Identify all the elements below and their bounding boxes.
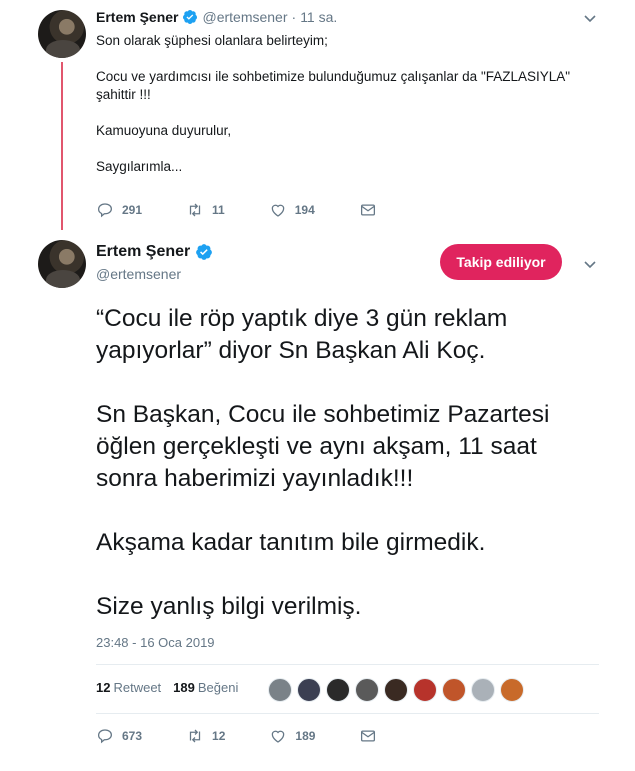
like-button[interactable]: 189 (269, 727, 315, 745)
reply-icon (97, 203, 113, 218)
reply-icon (97, 729, 113, 744)
tweet-line: “Cocu ile röp yaptık diye 3 gün reklam (96, 305, 508, 332)
retweet-button[interactable]: 12 (186, 727, 225, 745)
tweet-line: Saygılarımla... (96, 159, 183, 174)
retweet-total[interactable]: 12 (96, 680, 110, 695)
chevron-down-icon[interactable] (582, 10, 598, 26)
liker-avatar[interactable] (268, 678, 292, 702)
author-name-row: Ertem Şener (96, 243, 217, 261)
retweet-icon (189, 203, 201, 217)
avatar[interactable] (38, 240, 86, 288)
reply-button[interactable]: 291 (96, 201, 142, 219)
tweet-time[interactable]: 11 sa. (300, 9, 337, 25)
liker-avatar[interactable] (471, 678, 495, 702)
following-button[interactable]: Takip ediliyor (440, 244, 562, 280)
author-name[interactable]: Ertem Şener (96, 243, 190, 261)
reply-count: 673 (122, 729, 143, 743)
tweet-line: Sn Başkan, Cocu ile sohbetimiz Pazartesi (96, 401, 550, 428)
author-handle[interactable]: @ertemsener (96, 266, 181, 282)
liker-avatars (268, 678, 529, 702)
divider (96, 713, 599, 714)
reply-count: 291 (122, 203, 143, 217)
liker-avatar[interactable] (384, 678, 408, 702)
retweet-button[interactable]: 11 (186, 201, 225, 219)
tweet-line: öğlen gerçekleşti ve aynı akşam, 11 saat (96, 433, 537, 460)
tweet-line: Son olarak şüphesi olanlara belirteyim; (96, 33, 328, 48)
liker-avatar[interactable] (355, 678, 379, 702)
heart-icon (272, 730, 285, 743)
tweet-line: yapıyorlar” diyor Sn Başkan Ali Koç. (96, 337, 486, 364)
like-count: 194 (294, 203, 315, 217)
tweet-line: Size yanlış bilgi verilmiş. (96, 593, 362, 620)
retweet-count: 11 (212, 203, 225, 217)
tweet-actions: 673 12 189 (96, 727, 429, 745)
avatar[interactable] (38, 10, 86, 58)
chevron-down-icon[interactable] (582, 256, 598, 272)
tweet-line: şahittir !!! (96, 87, 151, 102)
tweet-timestamp[interactable]: 23:48 - 16 Oca 2019 (96, 635, 215, 650)
liker-avatar[interactable] (442, 678, 466, 702)
thread-connector-line (61, 62, 63, 230)
tweet-line: Cocu ve yardımcısı ile sohbetimize bulun… (96, 69, 571, 84)
liker-avatar[interactable] (326, 678, 350, 702)
engagement-stats: 12 Retweet 189 Beğeni (96, 680, 250, 695)
direct-message-button[interactable] (359, 727, 385, 745)
tweet-line: sonra haberimizi yayınladık!!! (96, 465, 414, 492)
envelope-icon (361, 730, 376, 742)
tweet-text: Son olarak şüphesi olanlara belirteyim; … (96, 32, 596, 176)
liker-avatar[interactable] (413, 678, 437, 702)
verified-badge-icon (196, 244, 213, 260)
tweet-text: “Cocu ile röp yaptık diye 3 gün reklam y… (96, 303, 606, 623)
tweet-line: Kamuoyuna duyurulur, (96, 123, 232, 138)
author-name[interactable]: Ertem Şener (96, 9, 178, 25)
liker-avatar[interactable] (500, 678, 524, 702)
author-handle[interactable]: @ertemsener (202, 9, 287, 25)
verified-badge-icon (183, 10, 198, 24)
retweet-count: 12 (212, 729, 226, 743)
divider (96, 664, 599, 665)
separator-dot: · (291, 9, 297, 25)
like-count: 189 (295, 729, 316, 743)
tweet-actions: 291 11 194 (96, 201, 429, 219)
like-label[interactable]: Beğeni (198, 680, 238, 695)
envelope-icon (360, 204, 375, 216)
like-total[interactable]: 189 (173, 680, 195, 695)
tweet-header: Ertem Şener @ertemsener · 11 sa. (96, 9, 337, 25)
liker-avatar[interactable] (297, 678, 321, 702)
tweet-line: Akşama kadar tanıtım bile girmedik. (96, 529, 486, 556)
retweet-icon (189, 729, 201, 743)
retweet-label[interactable]: Retweet (113, 680, 161, 695)
heart-icon (271, 204, 284, 217)
reply-button[interactable]: 673 (96, 727, 142, 745)
direct-message-button[interactable] (359, 201, 385, 219)
like-button[interactable]: 194 (269, 201, 315, 219)
